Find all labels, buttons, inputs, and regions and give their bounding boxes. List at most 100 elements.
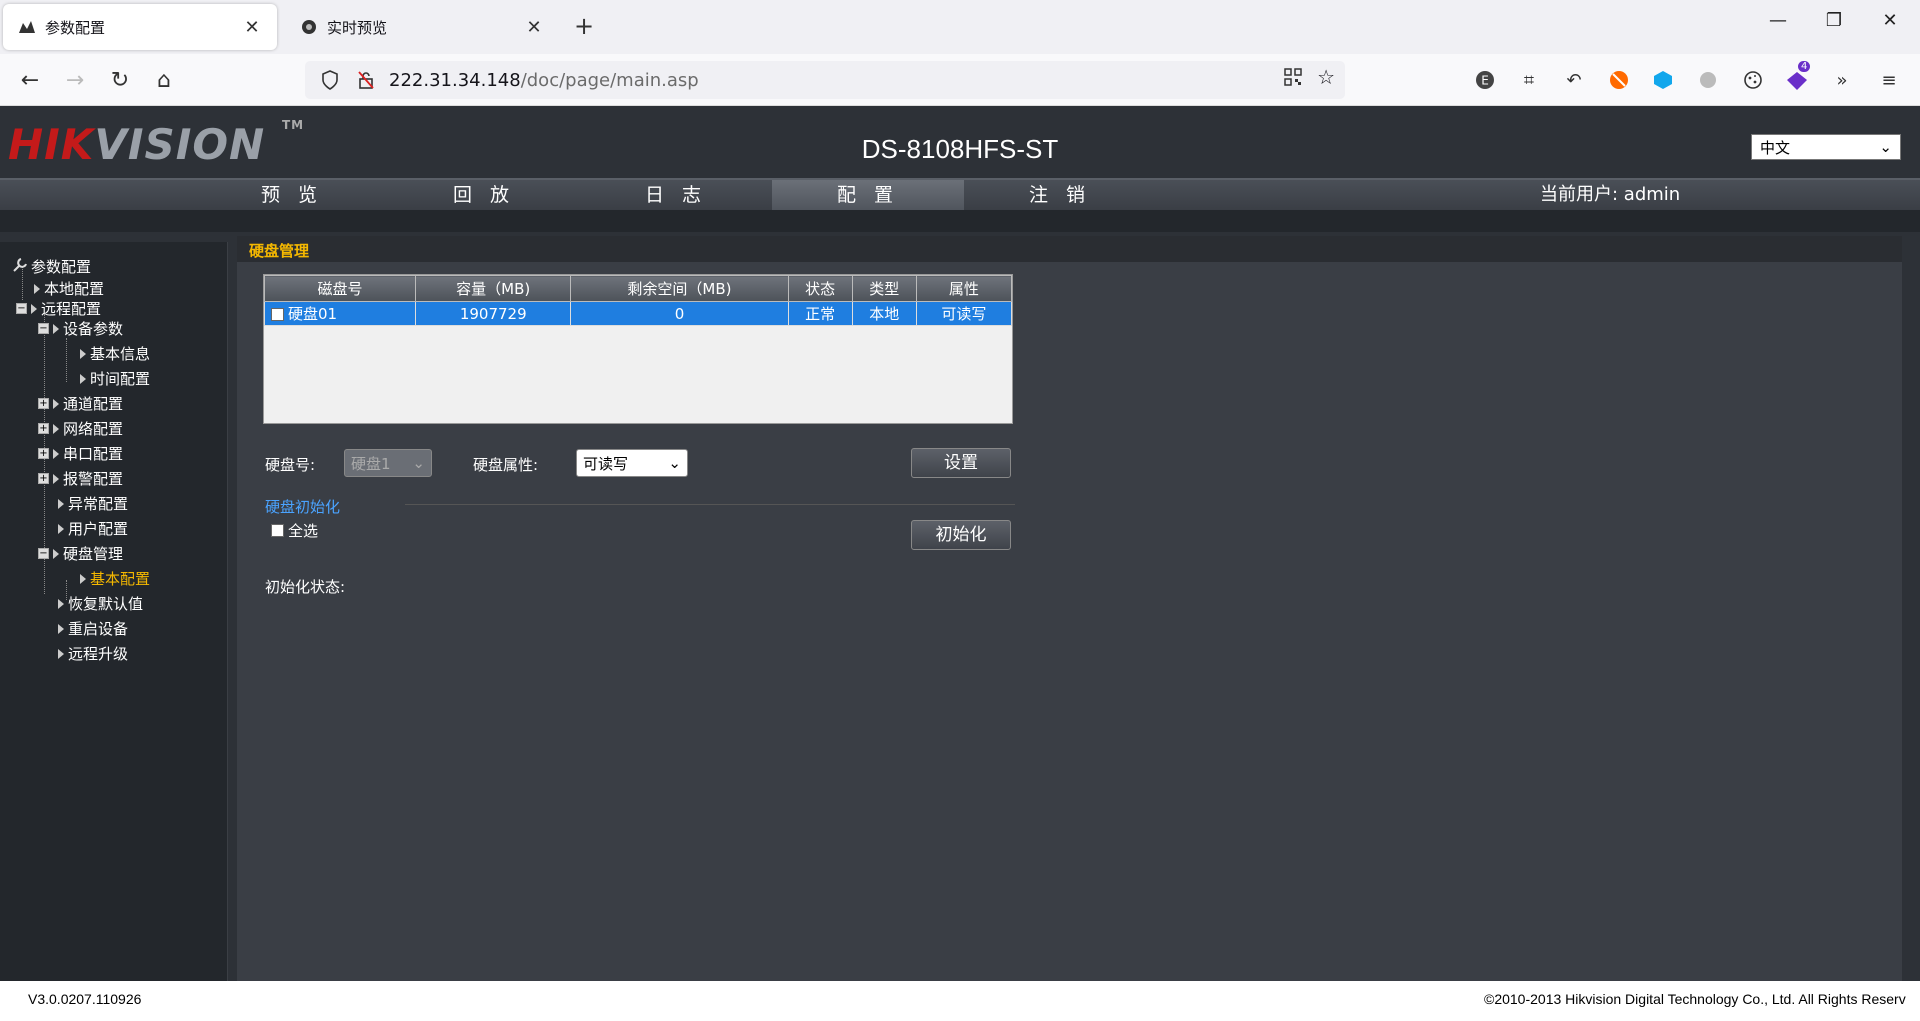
column-header: 磁盘号 <box>263 275 417 302</box>
restore-icon[interactable]: ❐ <box>1814 10 1854 31</box>
expand-icon[interactable]: + <box>38 473 49 484</box>
disk-no-label: 硬盘号: <box>265 456 316 474</box>
set-button[interactable]: 设置 <box>911 448 1011 478</box>
home-icon[interactable]: ⌂ <box>150 66 178 94</box>
tree-restore-defaults[interactable]: 恢复默认值 <box>58 593 143 614</box>
close-window-icon[interactable]: ✕ <box>1870 10 1910 31</box>
menu-configuration[interactable]: 配 置 <box>772 180 964 210</box>
tree-root[interactable]: 参数配置 <box>12 256 91 277</box>
tree-network-config[interactable]: + 网络配置 <box>38 418 123 439</box>
gray-extension-icon[interactable] <box>1695 67 1721 93</box>
forward-icon[interactable]: → <box>61 66 89 94</box>
node-arrow-icon <box>53 473 59 484</box>
node-arrow-icon <box>53 448 59 459</box>
tree-serial-config[interactable]: + 串口配置 <box>38 443 123 464</box>
capacity-cell: 1907729 <box>415 301 572 326</box>
tab-parameter-config[interactable]: 参数配置 ✕ <box>3 4 277 50</box>
hikvision-favicon-icon <box>17 18 37 36</box>
page-title: 硬盘管理 <box>237 236 1902 262</box>
tree-basic-info[interactable]: 基本信息 <box>80 343 150 364</box>
browser-tab-bar: 参数配置 ✕ 实时预览 ✕ + — ❐ ✕ <box>0 0 1920 54</box>
page-header: HIKVISION TM DS-8108HFS-ST 中文 ⌄ <box>0 106 1920 178</box>
divider-strip <box>0 210 1920 232</box>
config-tree: 参数配置 本地配置 − 远程配置 − 设备参数 基本信息 时间配置 + 通道配置 + 网… <box>0 242 228 981</box>
browser-nav-bar: ← → ↻ ⌂ 222.31.34.148/doc/page/main.asp … <box>0 54 1920 106</box>
tree-reboot-device[interactable]: 重启设备 <box>58 618 128 639</box>
expand-icon[interactable]: + <box>38 398 49 409</box>
shield-icon[interactable] <box>317 67 343 93</box>
extension-badge-icon[interactable]: 4 <box>1784 61 1811 93</box>
extension-e-icon[interactable]: E <box>1472 67 1498 93</box>
reload-icon[interactable]: ↻ <box>106 66 134 94</box>
row-checkbox[interactable] <box>271 308 284 321</box>
tree-basic-config-selected[interactable]: 基本配置 <box>80 568 150 589</box>
url-path: /doc/page/main.asp <box>520 69 699 91</box>
menu-log[interactable]: 日 志 <box>580 180 772 210</box>
collapse-icon[interactable]: − <box>38 548 49 559</box>
qr-code-icon[interactable] <box>1283 67 1303 92</box>
disk-property-select[interactable]: 可读写 ⌄ <box>576 449 688 477</box>
overflow-chevron-icon[interactable]: » <box>1829 67 1855 93</box>
expand-icon[interactable]: + <box>38 448 49 459</box>
tree-device-params[interactable]: − 设备参数 <box>38 318 123 339</box>
menu-icon[interactable]: ≡ <box>1876 67 1902 93</box>
tree-time-config[interactable]: 时间配置 <box>80 368 150 389</box>
node-arrow-icon <box>58 523 64 534</box>
tree-channel-config[interactable]: + 通道配置 <box>38 393 123 414</box>
tree-user-config[interactable]: 用户配置 <box>58 518 128 539</box>
insecure-lock-icon[interactable] <box>353 67 379 93</box>
blocker-extension-icon[interactable] <box>1606 67 1632 93</box>
disk-table: 磁盘号 容量（MB) 剩余空间（MB) 状态 类型 属性 硬盘01 190772… <box>263 274 1013 424</box>
column-header: 剩余空间（MB) <box>570 275 789 302</box>
undo-icon[interactable]: ↶ <box>1561 67 1587 93</box>
collapse-icon[interactable]: − <box>16 303 27 314</box>
menu-logout[interactable]: 注 销 <box>964 180 1156 210</box>
chevron-down-icon: ⌄ <box>1879 138 1892 156</box>
copyright-text: ©2010-2013 Hikvision Digital Technology … <box>1484 991 1906 1007</box>
disk-no-select: 硬盘1 ⌄ <box>344 449 432 477</box>
initialize-button[interactable]: 初始化 <box>911 520 1011 550</box>
menu-preview[interactable]: 预 览 <box>196 180 388 210</box>
disk-cell[interactable]: 硬盘01 <box>263 301 417 326</box>
tree-exception-config[interactable]: 异常配置 <box>58 493 128 514</box>
url-host: 222.31.34.148 <box>389 69 521 91</box>
wrench-icon <box>12 257 28 277</box>
tree-remote-config[interactable]: − 远程配置 <box>16 298 101 319</box>
expand-icon[interactable]: + <box>38 423 49 434</box>
table-row[interactable]: 硬盘01 1907729 0 正常 本地 可读写 <box>263 301 1013 326</box>
cube-extension-icon[interactable] <box>1650 67 1676 93</box>
tree-remote-upgrade[interactable]: 远程升级 <box>58 643 128 664</box>
close-tab-icon[interactable]: ✕ <box>241 17 263 38</box>
current-user: 当前用户: admin <box>1540 184 1681 205</box>
node-arrow-icon <box>53 398 59 409</box>
close-tab-icon[interactable]: ✕ <box>523 17 545 38</box>
collapse-icon[interactable]: − <box>38 323 49 334</box>
node-arrow-icon <box>58 598 64 609</box>
free-space-cell: 0 <box>570 301 789 326</box>
hikvision-page: HIKVISION TM DS-8108HFS-ST 中文 ⌄ 预 览 回 放 … <box>0 106 1920 981</box>
node-arrow-icon <box>53 323 59 334</box>
new-tab-icon[interactable]: + <box>574 12 594 40</box>
menu-playback[interactable]: 回 放 <box>388 180 580 210</box>
tree-alarm-config[interactable]: + 报警配置 <box>38 468 123 489</box>
column-header: 属性 <box>915 275 1013 302</box>
select-all-option[interactable]: 全选 <box>271 520 318 541</box>
minimize-icon[interactable]: — <box>1758 10 1798 31</box>
node-arrow-icon <box>58 648 64 659</box>
node-arrow-icon <box>80 373 86 384</box>
select-all-checkbox[interactable] <box>271 524 284 537</box>
disk-property-label: 硬盘属性: <box>473 456 539 474</box>
tree-disk-management[interactable]: − 硬盘管理 <box>38 543 123 564</box>
tab-title: 参数配置 <box>45 18 106 37</box>
tab-live-preview[interactable]: 实时预览 ✕ <box>285 4 559 50</box>
node-arrow-icon <box>53 423 59 434</box>
cookie-icon[interactable] <box>1740 67 1766 93</box>
language-select[interactable]: 中文 ⌄ <box>1751 134 1901 160</box>
tree-local-config[interactable]: 本地配置 <box>34 278 104 299</box>
node-arrow-icon <box>58 498 64 509</box>
back-icon[interactable]: ← <box>16 66 44 94</box>
node-arrow-icon <box>80 348 86 359</box>
crop-icon[interactable]: ⌗ <box>1516 67 1542 93</box>
bookmark-star-icon[interactable]: ☆ <box>1317 67 1335 92</box>
address-bar[interactable]: 222.31.34.148/doc/page/main.asp ☆ <box>305 61 1345 99</box>
